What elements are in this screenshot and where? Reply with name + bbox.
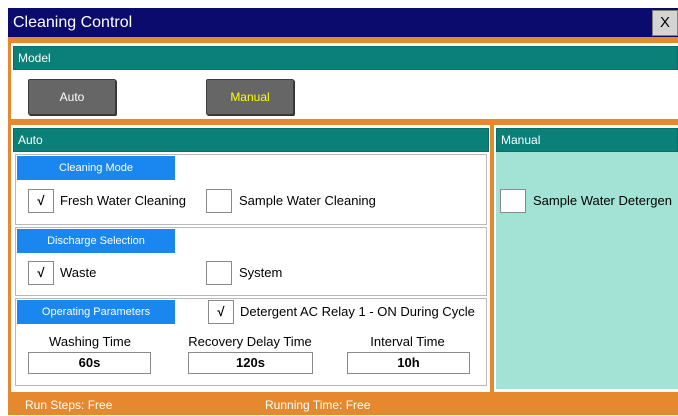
cleaning-mode-label: Cleaning Mode — [17, 156, 175, 180]
interval-time-field[interactable]: 10h — [347, 352, 470, 374]
discharge-selection-label: Discharge Selection — [17, 229, 175, 253]
operating-parameters-label: Operating Parameters — [17, 300, 175, 324]
fresh-water-cleaning-label: Fresh Water Cleaning — [60, 193, 186, 208]
fresh-water-cleaning-checkbox[interactable]: √ — [28, 189, 54, 213]
detergent-relay-label: Detergent AC Relay 1 - ON During Cycle — [240, 304, 475, 319]
system-label: System — [239, 265, 283, 280]
auto-header-label: Auto — [18, 133, 43, 147]
washing-time-label: Washing Time — [49, 334, 131, 349]
recovery-delay-time-label: Recovery Delay Time — [188, 334, 312, 349]
sample-water-detergent-label: Sample Water Detergen — [533, 193, 672, 208]
model-header-label: Model — [18, 51, 51, 65]
manual-mode-button[interactable]: Manual — [206, 79, 294, 115]
sample-water-cleaning-checkbox[interactable] — [206, 189, 232, 213]
sample-water-detergent-checkbox[interactable] — [500, 189, 526, 213]
system-checkbox[interactable] — [206, 261, 232, 285]
model-header: Model — [13, 46, 678, 70]
running-time-status: Running Time: Free — [265, 398, 371, 412]
manual-header-label: Manual — [501, 133, 541, 147]
auto-mode-button[interactable]: Auto — [28, 79, 116, 115]
detergent-relay-checkbox[interactable]: √ — [208, 300, 234, 324]
manual-panel-body — [496, 152, 678, 389]
close-button[interactable]: X — [652, 10, 678, 36]
interval-time-label: Interval Time — [370, 334, 445, 349]
window-title-bar: Cleaning Control — [8, 8, 678, 37]
recovery-delay-time-field[interactable]: 120s — [188, 352, 313, 374]
waste-label: Waste — [60, 265, 97, 280]
auto-header: Auto — [13, 128, 489, 152]
run-steps-status: Run Steps: Free — [25, 398, 113, 412]
manual-header: Manual — [496, 128, 678, 152]
sample-water-cleaning-label: Sample Water Cleaning — [239, 193, 376, 208]
window-title: Cleaning Control — [13, 14, 133, 31]
washing-time-field[interactable]: 60s — [28, 352, 151, 374]
waste-checkbox[interactable]: √ — [28, 261, 54, 285]
